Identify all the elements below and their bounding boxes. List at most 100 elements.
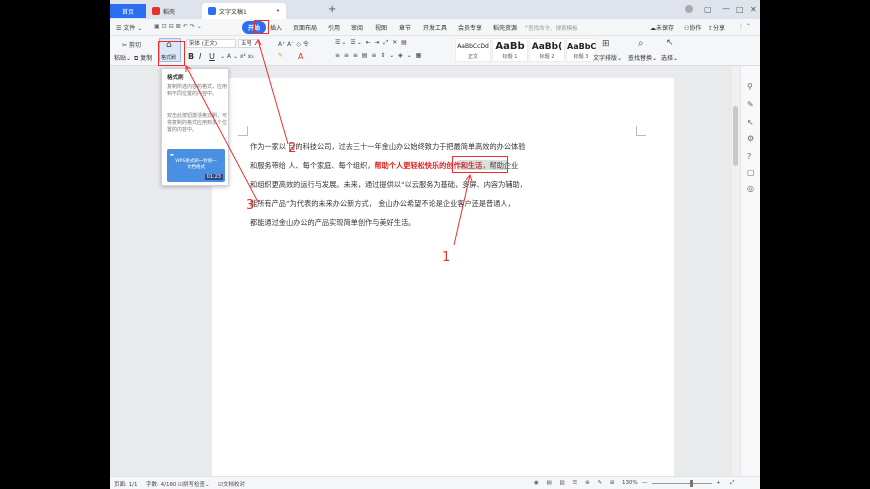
menu-view[interactable]: 视图 [375,23,387,32]
underline-button[interactable]: U [209,52,215,61]
proof-label: 文档校对 [222,482,245,488]
format-painter-tooltip: 格式刷 复制所选内容的格式，应用到不同位置的内容中。 双击此按钮激活格式刷，可将… [161,68,229,186]
tab-docer[interactable]: 稻壳 [146,3,202,19]
find-icon[interactable]: ⌕ [638,38,644,49]
text-layout-icon[interactable]: ⊞ [602,39,610,49]
font-effect-icons[interactable]: ⌄ A ⌄ x² x₂ [220,53,254,60]
docer-tab-label: 稻壳 [163,8,176,16]
menu-review[interactable]: 审阅 [351,23,363,32]
doc-proof[interactable]: ☑文档校对 [218,480,245,488]
zoom-out-icon[interactable]: — [642,480,648,486]
skin-icon[interactable]: ▢ [704,5,712,14]
menu-member[interactable]: 会员专享 [458,23,482,32]
maximize-icon[interactable]: □ [736,5,744,14]
document-page[interactable]: 作为一家以 目的科技公司，过去三十一年金山办公始终致力于把最简单高效的办公体验 … [212,78,674,488]
menu-layout[interactable]: 页面布局 [293,23,317,32]
annotation-label-3: 3 [246,198,255,213]
style-icon[interactable]: ⚲ [747,82,753,91]
vertical-scrollbar[interactable] [732,66,740,476]
tab-document[interactable]: 文字文稿1 • [202,3,286,19]
text-layout-button[interactable]: 文字排版⌄ [593,53,622,62]
menu-chapter[interactable]: 章节 [399,23,411,32]
style-heading1[interactable]: AaBb 标题 1 [492,38,528,62]
help-icon[interactable]: ? [747,152,751,161]
style-normal[interactable]: AaBbCcDd 正文 [455,38,491,62]
bold-button[interactable]: B [188,52,194,61]
style-name: 标题 3 [573,54,589,60]
command-search[interactable]: ⌕ 查找命令、搜索模板 [525,22,620,33]
wps-logo-icon: ▬ [170,152,174,157]
title-bar: 首页 稻壳 文字文稿1 • + ▢ — □ ✕ [110,0,760,19]
font-color-icon[interactable]: A [298,52,303,61]
paragraph-align-icons[interactable]: ≡ ≡ ≡ ▤ ≡ ⇕ ⌄ ◈ ⌄ ▦ [335,52,422,59]
collab-label: 协作 [689,25,702,32]
list-indent-icons[interactable]: ☰⌄ ☰⌄ ⇤ ⇥ ⤢ ✕ ▤ [335,39,408,47]
style-name: 标题 1 [502,54,518,60]
style-preview: AaBbC [567,42,597,51]
cursor-icon[interactable]: ↖ [666,38,674,48]
select-label: 选择 [661,55,674,62]
scroll-thumb[interactable] [733,106,738,166]
font-name-value: 宋体 (正文) [189,41,218,47]
pointer-icon[interactable]: ↖ [747,118,754,127]
paragraph-line[interactable]: 和组织更高效的运行与发展。未来，通过提供以“以云服务为基础，多屏、内容为辅助， [250,180,527,190]
paragraph-line[interactable]: 都能通过金山办公的产品实现简单创作与美好生活。 [250,218,415,228]
menu-bar: ☰ 文件 ⌄ ▣⊡⊟⊠↶↷⌄ 开始 插入 页面布局 引用 审阅 视图 章节 开发… [110,19,760,36]
menu-reference[interactable]: 引用 [328,23,340,32]
tutorial-video[interactable]: ▬ WPS格式刷一秒统一文档格式 01:23 [167,149,225,182]
copy-button[interactable]: ⧉ 复制 [134,53,152,63]
font-name-select[interactable]: 宋体 (正文) [186,39,236,48]
toolbar: ✂ 剪切 粘贴⌄ ⧉ 复制 ⌂ 格式刷 宋体 (正文) 五号 A⁺ A⁻ ◇ 令… [110,36,760,66]
fit-window-icon[interactable]: ⤢ [730,480,734,487]
word-count[interactable]: 字数: 4/180 [146,480,176,488]
unsaved-dot-icon: • [275,7,280,15]
select-button[interactable]: 选择⌄ [661,53,678,62]
margin-corner [238,126,248,136]
zoom-level[interactable]: 130% [622,480,638,486]
view-mode-icons[interactable]: ◉ ▤ ▥ ☰ ⊕ ✎ ⊞ [534,480,617,486]
settings-sliders-icon[interactable]: ⚙ [747,134,754,143]
zoom-slider[interactable] [652,483,712,484]
cut-button[interactable]: ✂ 剪切 [122,40,141,49]
font-size-value: 五号 [241,41,253,47]
font-size-adjust-icons[interactable]: A⁺ A⁻ ◇ 令 [278,39,309,48]
paragraph-line[interactable]: 能所有产品”为代表的未来办公新方式， 金山办公希望不论是企业客户还是普通人， [250,199,515,209]
tooltip-desc2: 双击此按钮激活格式刷，可将复制的格式应用到多个位置的内容中。 [167,113,228,133]
close-icon[interactable]: ✕ [750,5,757,14]
quick-access-icons[interactable]: ▣⊡⊟⊠↶↷⌄ [154,23,204,30]
more-icon[interactable]: ⋮ ⌃ [738,23,751,30]
new-tab-button[interactable]: + [328,4,336,15]
annotation-box-start [254,20,269,34]
style-preview: AaBb( [531,42,563,52]
collab-button[interactable]: ⚇协作 [684,23,701,32]
paste-button[interactable]: 粘贴⌄ [114,53,131,62]
zoom-slider-thumb[interactable] [690,480,693,487]
avatar[interactable] [685,5,693,13]
menu-developer[interactable]: 开发工具 [423,23,447,32]
font-size-select[interactable]: 五号 [238,39,260,48]
status-bar: 页面: 1/1 字数: 4/180 ☑拼写检查⌄ ☑文档校对 ◉ ▤ ▥ ☰ ⊕… [110,476,760,489]
right-sidebar: ⚲ ✎ ↖ ⚙ ? ▢ ◎ [740,66,760,476]
style-heading3[interactable]: AaBbC 标题 3 [566,38,596,62]
menu-insert[interactable]: 插入 [270,23,282,32]
highlight-icon[interactable]: ✎ [278,52,283,59]
file-menu[interactable]: ☰ 文件 ⌄ [116,23,142,32]
menu-docer[interactable]: 稻壳资源 [493,23,517,32]
zoom-in-icon[interactable]: + [716,480,721,486]
style-heading2[interactable]: AaBb(标题 2 [529,38,565,62]
backup-icon[interactable]: ▢ [747,168,755,177]
italic-button[interactable]: I [199,52,201,61]
spell-check[interactable]: ☑拼写检查⌄ [178,480,210,488]
unsaved-label: 未保存 [656,25,675,32]
page-indicator[interactable]: 页面: 1/1 [114,480,137,488]
location-icon[interactable]: ◎ [747,184,754,193]
minimize-icon[interactable]: — [722,4,730,13]
pen-icon[interactable]: ✎ [747,100,754,109]
share-button[interactable]: ⇪分享 [708,23,725,32]
tab-home[interactable]: 首页 [110,4,146,18]
annotation-box-painter [158,41,185,66]
find-replace-button[interactable]: 查找替换⌄ [628,53,657,62]
doc-tab-label: 文字文稿1 [219,8,247,16]
unsaved-status[interactable]: ☁未保存 [650,23,674,32]
docer-icon [152,7,160,15]
